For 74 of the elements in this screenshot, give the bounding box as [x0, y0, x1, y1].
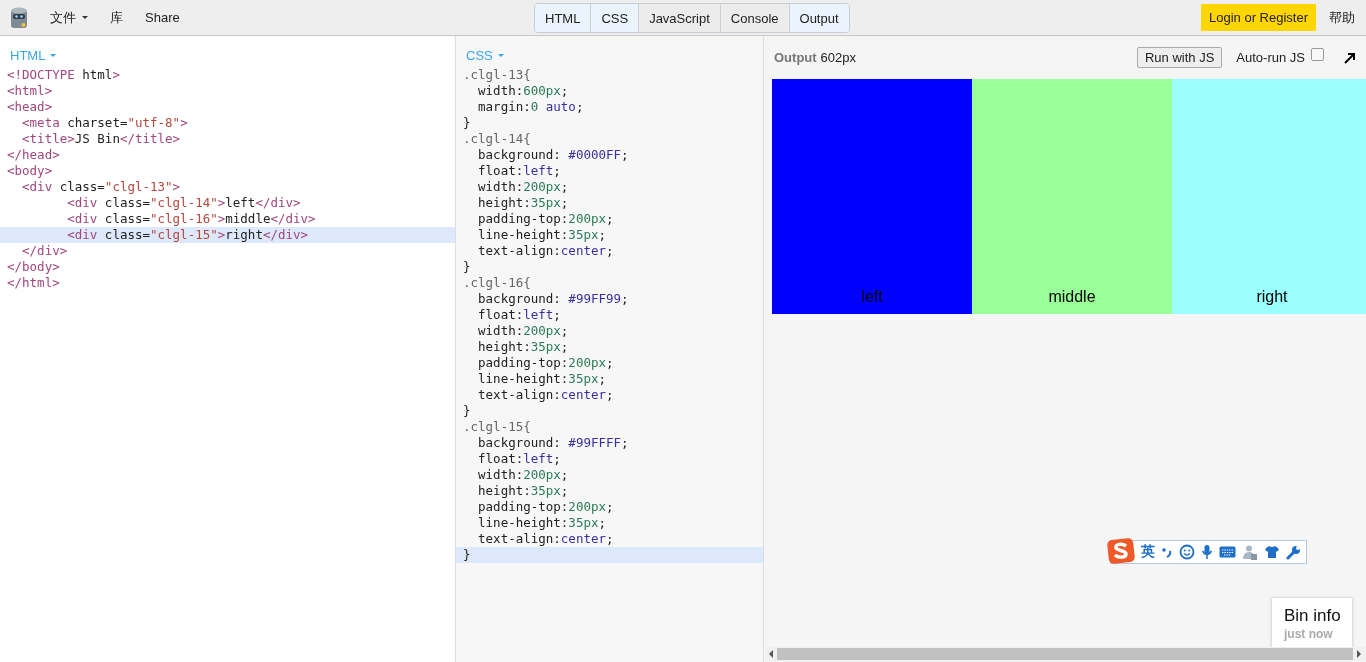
code-line: line-height:35px; — [477, 371, 607, 387]
code-line: height:35px; — [477, 483, 570, 499]
code-line: background: #99FF99; — [477, 291, 630, 307]
code-line: float:left; — [477, 307, 562, 323]
autorun-checkbox[interactable] — [1311, 48, 1324, 61]
code-line: width:200px; — [477, 323, 570, 339]
input-mode-toggle[interactable]: 英 — [1141, 543, 1155, 561]
code-line: text-align:center; — [477, 387, 615, 403]
code-line: } — [462, 115, 472, 131]
code-line: line-height:35px; — [477, 515, 607, 531]
code-line: width:200px; — [477, 179, 570, 195]
code-line: height:35px; — [477, 339, 570, 355]
smiley-icon[interactable] — [1179, 544, 1195, 560]
code-line: <meta charset="utf-8"> — [21, 115, 189, 131]
code-line: </head> — [6, 147, 61, 163]
code-line: <div class="clgl-16">middle</div> — [66, 211, 317, 227]
block-label: right — [1256, 287, 1288, 307]
help-link[interactable]: 帮助 — [1316, 8, 1366, 27]
bin-info-panel[interactable]: Bin info just now — [1272, 598, 1352, 648]
code-line: <!DOCTYPE html> — [6, 67, 121, 83]
microphone-icon[interactable] — [1201, 544, 1213, 560]
code-line: <title>JS Bin</title> — [21, 131, 182, 147]
code-line: <body> — [6, 163, 54, 179]
code-line: float:left; — [477, 451, 562, 467]
bin-info-time: just now — [1284, 627, 1334, 641]
autorun-label: Auto-run JS — [1236, 50, 1305, 65]
code-line: padding-top:200px; — [477, 211, 615, 227]
code-line: .clgl-13{ — [462, 67, 532, 83]
code-line: height:35px; — [477, 195, 570, 211]
run-button[interactable]: Run with JS — [1136, 47, 1223, 68]
horizontal-scrollbar[interactable] — [766, 647, 1366, 661]
menu-item[interactable]: Share — [136, 6, 189, 29]
menu-item[interactable]: 库 — [101, 4, 132, 31]
code-line: } — [462, 259, 472, 275]
code-line: } — [462, 403, 472, 419]
code-line: width:200px; — [477, 467, 570, 483]
code-line: <div class="clgl-14">left</div> — [66, 195, 302, 211]
block-label: left — [861, 287, 883, 307]
code-line: text-align:center; — [477, 531, 615, 547]
code-line: </html> — [6, 275, 61, 291]
bin-info-title: Bin info — [1284, 607, 1342, 625]
code-line: background: #99FFFF; — [477, 435, 630, 451]
code-line: .clgl-14{ — [462, 131, 532, 147]
login-button[interactable]: Login or Register — [1201, 4, 1316, 31]
code-line: line-height:35px; — [477, 227, 607, 243]
output-label: Output — [774, 50, 817, 65]
wrench-icon[interactable] — [1286, 544, 1301, 560]
punctuation-icon[interactable] — [1161, 545, 1173, 559]
panel-tab[interactable]: HTML — [535, 3, 592, 32]
code-line: <head> — [6, 99, 54, 115]
code-line: background: #0000FF; — [477, 147, 630, 163]
code-line: text-align:center; — [477, 243, 615, 259]
popout-arrow-icon[interactable] — [1344, 51, 1356, 64]
code-line: <div class="clgl-13"> — [21, 179, 182, 195]
code-line: margin:0 auto; — [477, 99, 585, 115]
code-line: </body> — [6, 259, 61, 275]
panel-tab[interactable]: Output — [789, 3, 849, 32]
sogou-logo-icon[interactable] — [1107, 538, 1135, 564]
panel-tab[interactable]: CSS — [591, 3, 640, 32]
code-line: padding-top:200px; — [477, 499, 615, 515]
shirt-icon[interactable] — [1264, 545, 1280, 559]
menu-item[interactable]: 文件 — [41, 4, 97, 31]
block-label: middle — [1048, 287, 1096, 307]
code-line: float:left; — [477, 163, 562, 179]
code-line: width:600px; — [477, 83, 570, 99]
output-width: 602px — [820, 50, 856, 65]
code-line: .clgl-15{ — [462, 419, 532, 435]
code-line: padding-top:200px; — [477, 355, 615, 371]
keyboard-icon[interactable] — [1219, 546, 1236, 558]
code-line: .clgl-16{ — [462, 275, 532, 291]
robot-logo-icon[interactable] — [9, 5, 29, 30]
code-line: </div> — [21, 243, 69, 259]
user-icon[interactable] — [1242, 544, 1258, 560]
code-line: <html> — [6, 83, 54, 99]
